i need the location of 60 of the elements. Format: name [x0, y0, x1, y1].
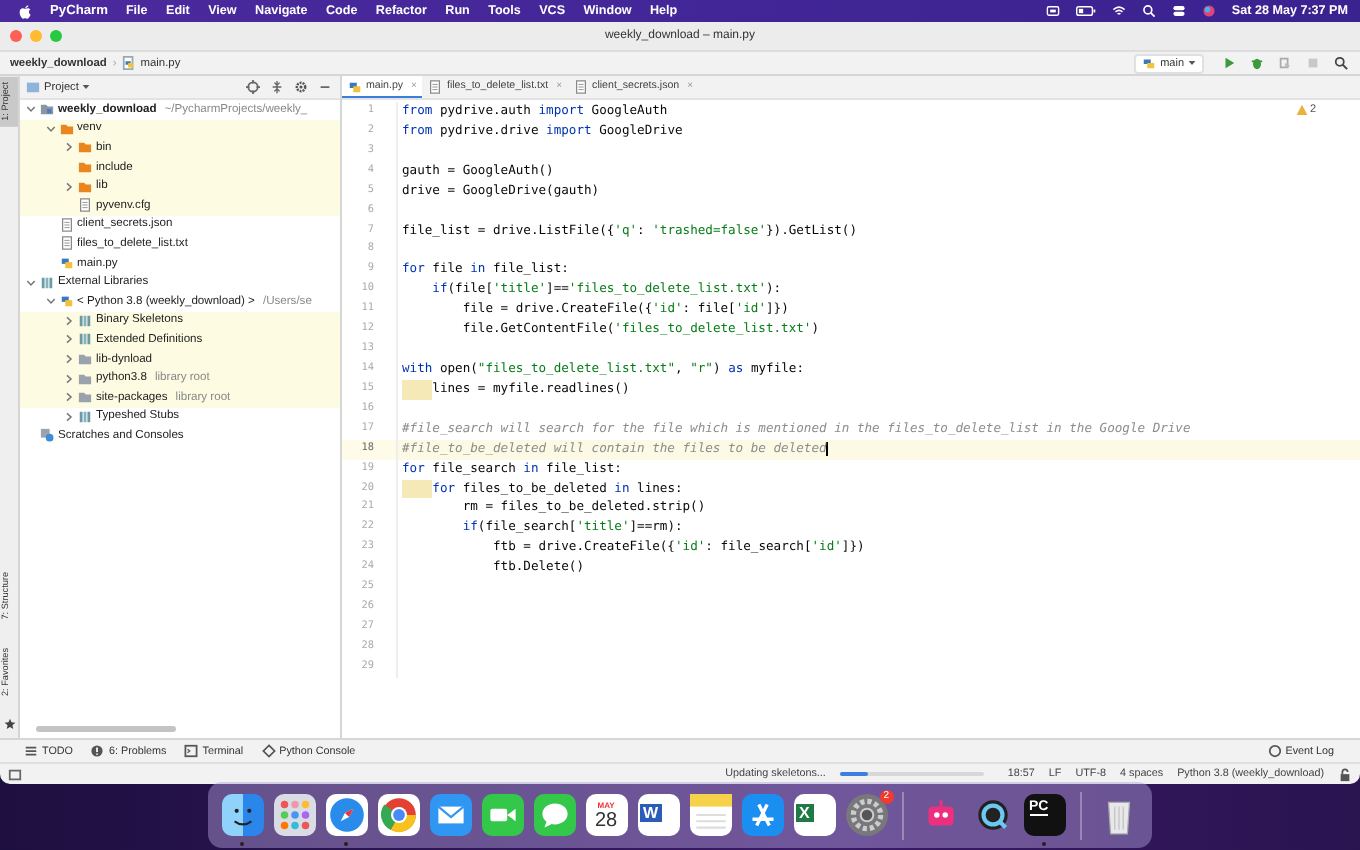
folder-icon — [26, 80, 40, 94]
speech-bubble-app-icon[interactable] — [533, 794, 575, 836]
text-cursor — [826, 442, 829, 457]
layout-toggle-icon[interactable] — [8, 767, 22, 781]
library-icon — [40, 275, 54, 290]
running-indicator — [1042, 841, 1046, 845]
caret-icon — [82, 84, 91, 90]
library-icon — [78, 313, 92, 328]
terminal-icon — [184, 744, 199, 758]
todo-icon — [24, 744, 38, 758]
calendar-day: 28 — [594, 809, 618, 831]
text-file-icon — [59, 236, 73, 251]
scrollbar[interactable] — [36, 726, 176, 732]
collapse-icon[interactable] — [269, 80, 283, 94]
folder-icon — [40, 102, 54, 117]
settings-icon[interactable] — [293, 80, 307, 94]
hide-icon[interactable] — [317, 80, 331, 94]
app-letter: X — [795, 804, 814, 822]
toggles-icon[interactable] — [1171, 4, 1186, 18]
star-icon[interactable] — [3, 718, 15, 730]
camera-app-icon[interactable] — [481, 794, 523, 836]
battery-icon[interactable] — [1075, 4, 1096, 18]
lock-icon[interactable] — [1338, 767, 1352, 781]
text-file-icon — [428, 79, 443, 93]
python-file-icon — [122, 56, 137, 70]
python-file-icon — [59, 256, 73, 271]
python-icon — [59, 294, 73, 309]
grid-app-icon[interactable] — [273, 794, 315, 836]
display-icon[interactable] — [1045, 4, 1060, 18]
debug-icon[interactable] — [1249, 56, 1263, 70]
problems-icon — [90, 744, 105, 758]
text-file-icon — [59, 217, 73, 232]
caret-icon — [1188, 60, 1196, 66]
speech-bubble-icon — [1267, 744, 1282, 758]
text-file-icon — [574, 79, 589, 93]
apple-logo-icon[interactable] — [18, 3, 32, 19]
wifi-icon[interactable] — [1111, 4, 1126, 18]
ring-app-icon[interactable] — [377, 794, 419, 836]
console-icon — [261, 744, 276, 758]
python-icon — [1142, 56, 1157, 70]
spreadsheet-app-icon[interactable]: X — [793, 794, 835, 836]
library-icon — [78, 332, 92, 347]
locate-icon[interactable] — [245, 80, 259, 94]
library-icon — [78, 409, 92, 424]
running-indicator — [344, 841, 348, 845]
store-app-icon[interactable] — [741, 794, 783, 836]
document-app-icon[interactable]: W — [637, 794, 679, 836]
run-icon[interactable] — [1221, 56, 1235, 70]
notepad-app-icon[interactable] — [689, 794, 731, 836]
python-file-icon — [348, 79, 362, 93]
app-letter: W — [639, 804, 663, 822]
face-app-icon[interactable] — [221, 794, 263, 836]
running-indicator — [240, 841, 244, 845]
close-button[interactable] — [10, 30, 22, 42]
orb-icon[interactable] — [1201, 4, 1216, 18]
scratches-icon — [40, 428, 54, 443]
text-file-icon — [78, 198, 92, 213]
envelope-app-icon[interactable] — [429, 794, 471, 836]
search-icon[interactable] — [1333, 56, 1347, 70]
compass-app-icon[interactable] — [325, 794, 367, 836]
